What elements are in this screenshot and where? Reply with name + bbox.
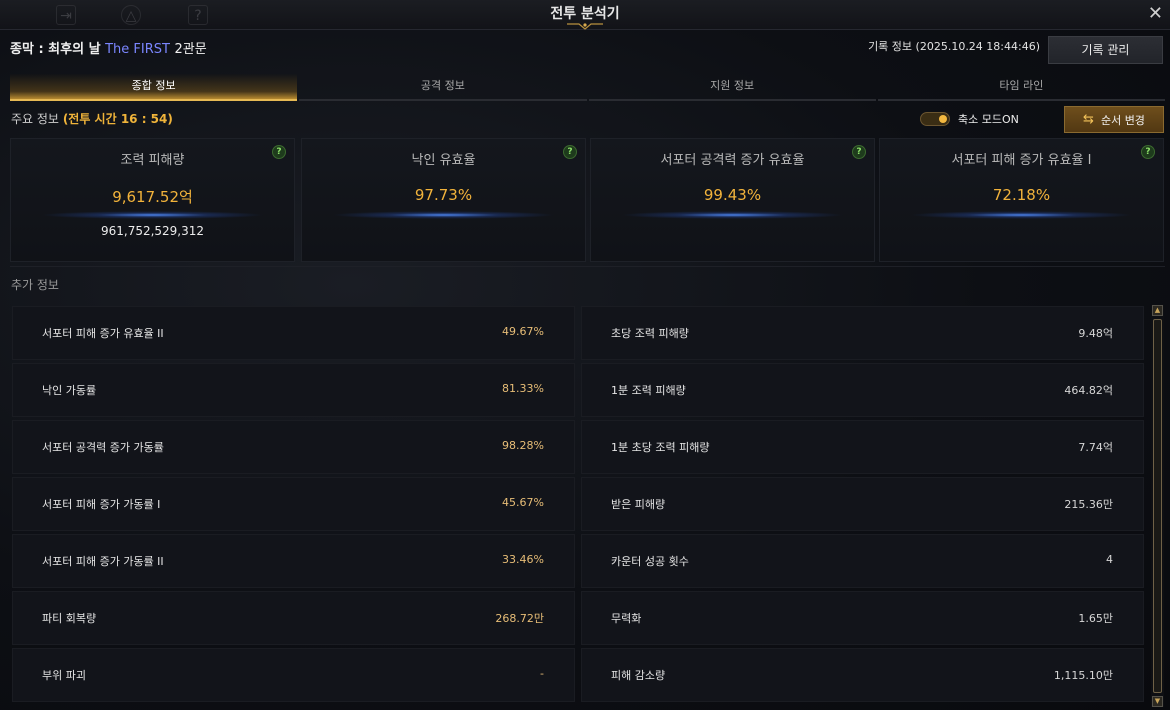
scroll-thumb[interactable] [1153, 319, 1162, 693]
tab-overview[interactable]: 종합 정보 [10, 74, 298, 101]
row-value: 7.74억 [1078, 441, 1113, 454]
row-value: 33.46% [502, 553, 544, 566]
tab-attack[interactable]: 공격 정보 [299, 74, 587, 101]
card-glow [41, 211, 264, 219]
card-glow [621, 211, 844, 219]
close-icon[interactable]: ✕ [1148, 3, 1163, 24]
row-value: 98.28% [502, 439, 544, 452]
table-row: 무력화 1.65만 [581, 591, 1144, 645]
combat-analyzer-window: ⇥ △ ? 전투 분석기 ✕ 종막 : 최후의 날 The FIRST 2관문 … [0, 0, 1170, 710]
summary-label: 주요 정보 [11, 112, 59, 126]
card-title: 낙인 유효율 [411, 153, 476, 168]
row-value: 464.82억 [1064, 384, 1113, 397]
row-label: 부위 파괴 [42, 669, 86, 682]
summary-heading: 주요 정보 (전투 시간 16 : 54) [11, 110, 173, 127]
compact-mode-label: 축소 모드ON [958, 113, 1019, 126]
card-glow [910, 211, 1133, 219]
swap-arrows-icon: ⇆ [1083, 112, 1094, 127]
title-bar: ⇥ △ ? 전투 분석기 ✕ [0, 0, 1170, 30]
row-label: 무력화 [611, 612, 642, 625]
compact-mode-control: 축소 모드ON [920, 111, 1019, 127]
row-label: 서포터 피해 증가 가동률 II [42, 555, 164, 568]
order-change-label: 순서 변경 [1100, 113, 1145, 127]
title-ornament [567, 23, 603, 30]
record-manage-button[interactable]: 기록 관리 [1048, 36, 1163, 64]
table-row: 초당 조력 피해량 9.48억 [581, 306, 1144, 360]
scroll-down-icon[interactable]: ▼ [1152, 696, 1163, 707]
row-value: 9.48억 [1078, 327, 1113, 340]
row-label: 받은 피해량 [611, 498, 666, 511]
tab-support[interactable]: 지원 정보 [588, 74, 876, 101]
table-row: 서포터 공격력 증가 가동률 98.28% [12, 420, 575, 474]
card-subvalue: 961,752,529,312 [100, 224, 205, 238]
help-question-icon[interactable]: ? [852, 145, 866, 159]
table-row: 피해 감소량 1,115.10만 [581, 648, 1144, 702]
row-label: 서포터 피해 증가 가동률 I [42, 498, 161, 511]
order-change-button[interactable]: ⇆ 순서 변경 [1064, 106, 1164, 133]
row-label: 카운터 성공 횟수 [611, 555, 689, 568]
raid-highlight: The FIRST [105, 42, 170, 57]
row-label: 서포터 공격력 증가 가동률 [42, 441, 164, 454]
scroll-up-icon[interactable]: ▲ [1152, 305, 1163, 316]
row-value: 215.36만 [1064, 498, 1113, 511]
card-value: 72.18% [992, 186, 1051, 204]
toggle-knob [939, 115, 947, 123]
stat-card-support-dmg-efficiency-1: 서포터 피해 증가 유효율 I ? 72.18% [879, 138, 1164, 262]
table-row: 부위 파괴 - [12, 648, 575, 702]
battle-time: (전투 시간 16 : 54) [62, 112, 173, 126]
table-row: 1분 조력 피해량 464.82억 [581, 363, 1144, 417]
row-label: 초당 조력 피해량 [611, 327, 689, 340]
scrollbar[interactable]: ▲ ▼ [1151, 305, 1164, 707]
help-question-icon[interactable]: ? [272, 145, 286, 159]
row-label: 1분 초당 조력 피해량 [611, 441, 710, 454]
row-label: 파티 회복량 [42, 612, 97, 625]
card-glow [332, 211, 555, 219]
table-row: 서포터 피해 증가 가동률 I 45.67% [12, 477, 575, 531]
card-title: 조력 피해량 [120, 153, 185, 168]
row-label: 피해 감소량 [611, 669, 666, 682]
stat-card-support-atk-efficiency: 서포터 공격력 증가 유효율 ? 99.43% [590, 138, 875, 262]
section-divider [10, 266, 1165, 267]
tab-bar: 종합 정보 공격 정보 지원 정보 타임 라인 [10, 74, 1165, 101]
row-value: 1,115.10만 [1053, 669, 1113, 682]
stat-card-assist-damage: 조력 피해량 ? 9,617.52억 961,752,529,312 [10, 138, 295, 262]
help-question-icon[interactable]: ? [563, 145, 577, 159]
card-value: 99.43% [703, 186, 762, 204]
compact-mode-toggle[interactable] [920, 112, 950, 126]
row-value: 45.67% [502, 496, 544, 509]
table-row: 카운터 성공 횟수 4 [581, 534, 1144, 588]
stat-card-brand-efficiency: 낙인 유효율 ? 97.73% [301, 138, 586, 262]
table-row: 낙인 가동률 81.33% [12, 363, 575, 417]
help-question-icon[interactable]: ? [1141, 145, 1155, 159]
row-value: - [540, 667, 544, 680]
table-row: 서포터 피해 증가 가동률 II 33.46% [12, 534, 575, 588]
row-label: 낙인 가동률 [42, 384, 97, 397]
row-label: 1분 조력 피해량 [611, 384, 686, 397]
table-row: 1분 초당 조력 피해량 7.74억 [581, 420, 1144, 474]
row-value: 4 [1106, 553, 1113, 566]
row-label: 서포터 피해 증가 유효율 II [42, 327, 164, 340]
card-title: 서포터 공격력 증가 유효율 [660, 153, 805, 168]
raid-stage: 2관문 [174, 42, 207, 57]
table-row: 받은 피해량 215.36만 [581, 477, 1144, 531]
table-row: 서포터 피해 증가 유효율 II 49.67% [12, 306, 575, 360]
tab-timeline[interactable]: 타임 라인 [877, 74, 1165, 101]
card-title: 서포터 피해 증가 유효율 I [951, 153, 1092, 168]
table-row: 파티 회복량 268.72만 [12, 591, 575, 645]
card-value: 97.73% [414, 186, 473, 204]
card-value: 9,617.52억 [112, 188, 193, 206]
raid-prefix: 종막 : 최후의 날 [10, 42, 101, 57]
row-value: 1.65만 [1078, 612, 1113, 625]
row-value: 268.72만 [495, 612, 544, 625]
row-value: 81.33% [502, 382, 544, 395]
row-value: 49.67% [502, 325, 544, 338]
record-info: 기록 정보 (2025.10.24 18:44:46) [868, 40, 1040, 53]
raid-title: 종막 : 최후의 날 The FIRST 2관문 [10, 38, 207, 57]
window-title: 전투 분석기 [550, 6, 620, 22]
extra-info-heading: 추가 정보 [11, 278, 59, 292]
